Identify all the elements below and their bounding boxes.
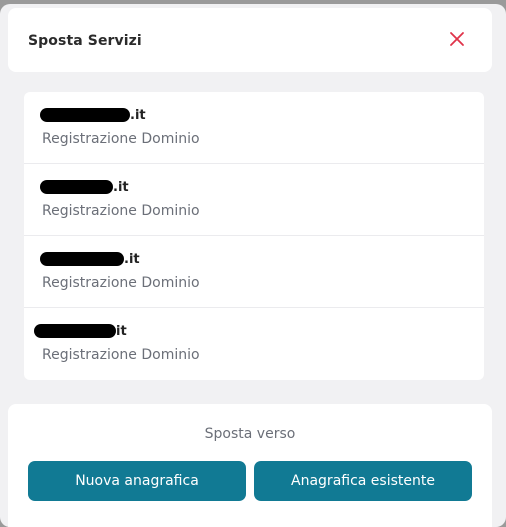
domain-name: it: [34, 322, 127, 340]
move-to-label: Sposta verso: [204, 426, 296, 442]
list-item[interactable]: .it Registrazione Dominio: [24, 164, 484, 236]
modal-header: Sposta Servizi: [8, 8, 492, 72]
services-list: .it Registrazione Dominio .it Registrazi…: [24, 92, 484, 380]
redacted-text: [40, 108, 130, 122]
domain-suffix: .it: [113, 179, 129, 195]
domain-name: .it: [40, 178, 129, 196]
service-type: Registrazione Dominio: [42, 131, 200, 147]
service-type: Registrazione Dominio: [42, 275, 200, 291]
list-item[interactable]: .it Registrazione Dominio: [24, 236, 484, 308]
domain-name: .it: [40, 106, 146, 124]
service-type: Registrazione Dominio: [42, 203, 200, 219]
existing-registry-button[interactable]: Anagrafica esistente: [254, 461, 472, 501]
move-services-modal: Sposta Servizi .it Registrazione Dominio…: [0, 4, 506, 527]
domain-suffix: .it: [124, 251, 140, 267]
service-type: Registrazione Dominio: [42, 347, 200, 363]
list-item[interactable]: .it Registrazione Dominio: [24, 92, 484, 164]
redacted-text: [34, 324, 116, 338]
list-item[interactable]: it Registrazione Dominio: [24, 308, 484, 380]
domain-name: .it: [40, 250, 140, 268]
redacted-text: [40, 180, 113, 194]
move-to-panel: Sposta verso Nuova anagrafica Anagrafica…: [8, 404, 492, 527]
modal-title: Sposta Servizi: [28, 33, 142, 49]
domain-suffix: .it: [130, 107, 146, 123]
domain-suffix: it: [116, 323, 127, 339]
redacted-text: [40, 252, 124, 266]
close-icon[interactable]: [448, 30, 466, 48]
new-registry-button[interactable]: Nuova anagrafica: [28, 461, 246, 501]
